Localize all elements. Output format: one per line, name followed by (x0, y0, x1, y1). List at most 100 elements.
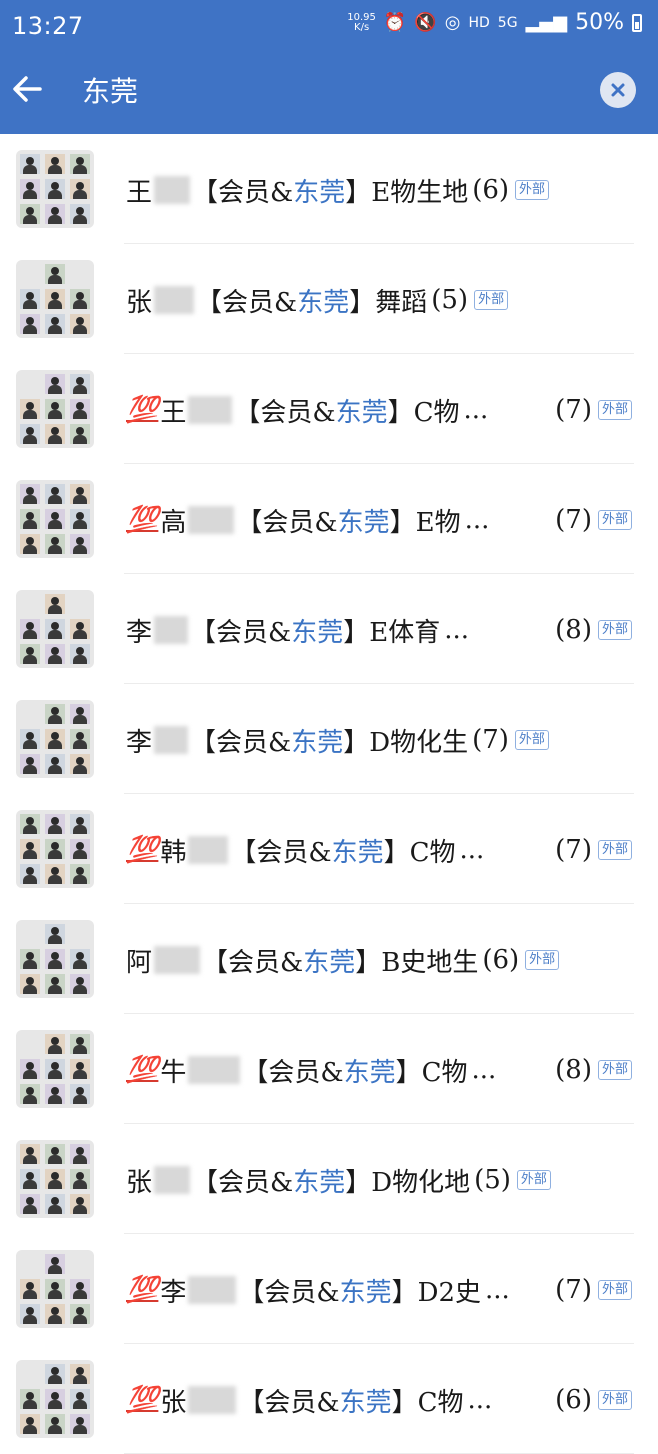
group-result-row[interactable]: 李 【会员& 东莞】 E体育... (8) 外部 (0, 574, 658, 684)
member-avatar-tile (20, 1084, 40, 1104)
member-avatar-tile (70, 1084, 90, 1104)
clear-button[interactable] (600, 72, 636, 108)
group-suffix: C物 (417, 1387, 464, 1418)
group-tag: 会员& (216, 617, 292, 648)
member-avatar-tile (20, 179, 40, 199)
member-avatar-tile (45, 1194, 65, 1214)
battery-percent: 50% (575, 10, 624, 35)
network-type: 5G (497, 14, 518, 31)
member-avatar-tile (45, 1059, 65, 1079)
blurred-name (188, 396, 233, 424)
member-name: 王 (160, 397, 187, 428)
group-name: 李 【会员& 东莞】 E体育... (8) 外部 (126, 610, 632, 650)
member-avatar-tile (45, 1144, 65, 1164)
member-avatar-tile (45, 1414, 65, 1434)
group-result-row[interactable]: 阿 【会员& 东莞】 B史地生 (6) 外部 (0, 904, 658, 1014)
keyword-highlight: 东莞 (291, 617, 344, 648)
member-avatar-tile (70, 314, 90, 334)
member-avatar-tile (70, 484, 90, 504)
blurred-name (154, 946, 201, 974)
ellipsis: ... (471, 1055, 497, 1085)
member-avatar-tile (45, 1389, 65, 1409)
bracket-open: 【 (236, 507, 263, 538)
member-avatar-tile (70, 839, 90, 859)
group-result-row[interactable]: 张 【会员& 东莞】 D物化地 (5) 外部 (0, 1124, 658, 1234)
blurred-name (154, 616, 189, 644)
blurred-name (154, 286, 195, 314)
keyword-highlight: 东莞 (339, 1387, 392, 1418)
group-avatar (16, 370, 94, 448)
member-name: 李 (126, 727, 153, 758)
member-avatar-tile (70, 1304, 90, 1324)
search-bar: 东莞 (0, 54, 658, 134)
member-avatar-tile (20, 864, 40, 884)
member-avatar-tile (20, 314, 40, 334)
group-name: 张 【会员& 东莞】舞蹈 (5) 外部 (126, 280, 632, 320)
group-result-row[interactable]: 张 【会员& 东莞】舞蹈 (5) 外部 (0, 244, 658, 354)
bracket-open: 【 (192, 177, 219, 208)
bracket-close: 】 (395, 1057, 422, 1088)
group-tag: 会员& (268, 1057, 344, 1088)
group-result-row[interactable]: 💯 韩 【会员& 东莞】 C物... (7) 外部 (0, 794, 658, 904)
member-avatar-tile (70, 1364, 90, 1384)
signal-icon: ▂▄▆ (525, 12, 568, 33)
bracket-open: 【 (238, 1277, 265, 1308)
group-result-row[interactable]: 💯 李 【会员& 东莞】 D2史... (7) 外部 (0, 1234, 658, 1344)
member-avatar-tile (20, 289, 40, 309)
back-arrow-icon[interactable] (10, 72, 44, 106)
member-avatar-tile (20, 1059, 40, 1079)
hundred-emoji-icon: 💯 (126, 395, 159, 425)
external-badge: 外部 (525, 950, 560, 970)
member-avatar-tile (70, 1414, 90, 1434)
search-input[interactable]: 东莞 (82, 70, 138, 110)
member-avatar-tile (45, 864, 65, 884)
group-name: 💯 高 【会员& 东莞】 E物... (7) 外部 (126, 500, 632, 540)
member-avatar-tile (45, 814, 65, 834)
group-name: 💯 牛 【会员& 东莞】 C物... (8) 外部 (126, 1050, 632, 1090)
member-count: (6) (482, 945, 520, 975)
group-name: 💯 李 【会员& 东莞】 D2史... (7) 外部 (126, 1270, 632, 1310)
member-avatar-tile (20, 509, 40, 529)
keyword-highlight: 东莞 (337, 507, 390, 538)
group-suffix: E物生地 (371, 177, 469, 208)
member-avatar-tile (45, 924, 65, 944)
member-avatar-tile (70, 179, 90, 199)
bracket-open: 【 (234, 397, 261, 428)
group-avatar (16, 480, 94, 558)
member-avatar-tile (45, 424, 65, 444)
blurred-name (154, 1166, 191, 1194)
group-name: 阿 【会员& 东莞】 B史地生 (6) 外部 (126, 940, 632, 980)
group-result-row[interactable]: 王 【会员& 东莞】 E物生地 (6) 外部 (0, 134, 658, 244)
keyword-highlight: 东莞 (293, 1167, 346, 1198)
member-avatar-tile (70, 619, 90, 639)
blurred-name (154, 176, 191, 204)
group-suffix: B史地生 (381, 947, 479, 978)
mute-icon: 🔇 (414, 12, 437, 33)
member-avatar-tile (45, 399, 65, 419)
member-avatar-tile (70, 1389, 90, 1409)
member-avatar-tile (20, 484, 40, 504)
group-result-row[interactable]: 💯 王 【会员& 东莞】 C物... (7) 外部 (0, 354, 658, 464)
group-tag: 会员& (216, 727, 292, 758)
group-result-row[interactable]: 💯 牛 【会员& 东莞】 C物... (8) 外部 (0, 1014, 658, 1124)
member-count: (7) (472, 725, 509, 755)
ellipsis: ... (464, 505, 490, 535)
bracket-close: 】 (391, 1387, 418, 1418)
member-name: 张 (160, 1387, 187, 1418)
member-avatar-tile (70, 289, 90, 309)
bracket-close: 】 (355, 947, 382, 978)
group-result-row[interactable]: 💯 张 【会员& 东莞】 C物... (6) 外部 (0, 1344, 658, 1454)
member-avatar-tile (20, 1279, 40, 1299)
group-suffix: 舞蹈 (375, 287, 428, 318)
group-result-row[interactable]: 李 【会员& 东莞】 D物化生 (7) 外部 (0, 684, 658, 794)
group-name: 💯 王 【会员& 东莞】 C物... (7) 外部 (126, 390, 632, 430)
group-name: 李 【会员& 东莞】 D物化生 (7) 外部 (126, 720, 632, 760)
hd-label: HD (468, 14, 490, 31)
group-result-row[interactable]: 💯 高 【会员& 东莞】 E物... (7) 外部 (0, 464, 658, 574)
member-count: (7) (555, 1275, 592, 1305)
bracket-open: 【 (202, 947, 229, 978)
member-avatar-tile (70, 509, 90, 529)
hundred-emoji-icon: 💯 (126, 1385, 159, 1415)
group-avatar (16, 700, 94, 778)
member-avatar-tile (45, 179, 65, 199)
